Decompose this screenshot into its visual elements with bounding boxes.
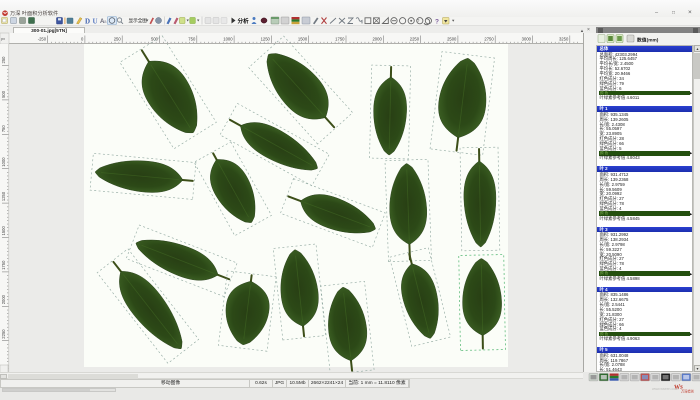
svg-text:500: 500 xyxy=(1,90,6,98)
svg-text:1000: 1000 xyxy=(1,157,6,167)
svg-text:2500: 2500 xyxy=(447,37,457,42)
svg-text:2000: 2000 xyxy=(372,37,382,42)
svg-text:px: px xyxy=(1,37,5,41)
svg-text:1750: 1750 xyxy=(1,260,6,270)
svg-text:2250: 2250 xyxy=(410,37,420,42)
svg-text:1750: 1750 xyxy=(335,37,345,42)
svg-text:1250: 1250 xyxy=(261,37,271,42)
svg-text:2750: 2750 xyxy=(484,37,494,42)
svg-text:3250: 3250 xyxy=(559,37,569,42)
svg-text:2000: 2000 xyxy=(1,294,6,304)
svg-text:1500: 1500 xyxy=(1,226,6,236)
svg-text:3000: 3000 xyxy=(522,37,532,42)
svg-text:250: 250 xyxy=(1,56,6,64)
svg-text:1000: 1000 xyxy=(223,37,233,42)
svg-text:-250: -250 xyxy=(38,37,47,42)
svg-text:750: 750 xyxy=(1,125,6,133)
svg-text:250: 250 xyxy=(114,37,122,42)
svg-text:1250: 1250 xyxy=(1,191,6,201)
svg-text:1500: 1500 xyxy=(298,37,308,42)
svg-text:0: 0 xyxy=(81,37,84,42)
svg-text:2250: 2250 xyxy=(1,329,6,339)
svg-text:数值(mm): 数值(mm) xyxy=(637,37,659,44)
svg-text:万深检测: 万深检测 xyxy=(681,389,694,394)
svg-text:750: 750 xyxy=(188,37,196,42)
